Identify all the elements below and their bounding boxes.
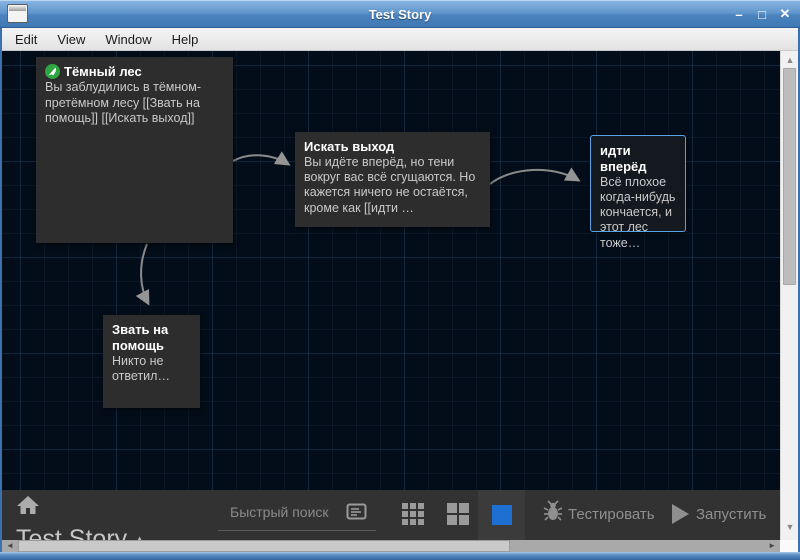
menu-edit[interactable]: Edit xyxy=(5,28,47,50)
grid-3x3-icon xyxy=(402,503,426,526)
menu-bar: Edit View Window Help xyxy=(2,28,798,51)
passage-excerpt: Никто не ответил… xyxy=(112,354,191,385)
test-button-label[interactable]: Тестировать xyxy=(568,506,655,523)
passage-excerpt: Вы заблудились в тёмном-претёмном лесу [… xyxy=(45,80,224,126)
horizontal-scrollbar-thumb[interactable] xyxy=(18,540,510,552)
grid-2x2-icon xyxy=(447,503,471,526)
passage-go-forward[interactable]: идти вперёд Всё плохое когда-нибудь конч… xyxy=(590,135,686,232)
menu-view[interactable]: View xyxy=(47,28,95,50)
window-frame-bottom xyxy=(0,552,800,560)
passage-call-help[interactable]: Звать на помощь Никто не ответил… xyxy=(103,315,200,408)
caret-up-icon: ▲ xyxy=(133,532,146,540)
passage-title: Искать выход xyxy=(304,139,481,155)
maximize-button[interactable]: □ xyxy=(755,7,769,22)
horizontal-scrollbar[interactable]: ◄ ► xyxy=(2,540,780,552)
story-map-canvas[interactable]: Тёмный лес Вы заблудились в тёмном-претё… xyxy=(2,51,780,490)
menu-help[interactable]: Help xyxy=(162,28,209,50)
scroll-up-arrow-icon[interactable]: ▲ xyxy=(781,55,799,65)
passage-title: идти вперёд xyxy=(600,143,676,175)
run-button-label[interactable]: Запустить xyxy=(696,506,766,523)
connection-arrow xyxy=(141,244,148,303)
passage-title: Звать на помощь xyxy=(112,322,191,354)
vertical-scrollbar-thumb[interactable] xyxy=(783,68,796,285)
start-rocket-icon xyxy=(45,64,60,79)
connection-arrow xyxy=(490,170,578,184)
scroll-left-arrow-icon[interactable]: ◄ xyxy=(6,540,14,552)
vertical-scrollbar[interactable]: ▲ ▼ xyxy=(780,51,798,540)
titlebar[interactable]: Test Story – □ ✕ xyxy=(0,0,800,28)
search-options-icon[interactable] xyxy=(346,503,367,525)
quick-search-input[interactable] xyxy=(218,498,338,526)
menu-window[interactable]: Window xyxy=(95,28,161,50)
story-name-label: Test Story xyxy=(16,525,127,540)
zoom-big-button[interactable] xyxy=(478,490,525,540)
story-name-menu[interactable]: Test Story ▲ xyxy=(16,525,146,540)
close-button[interactable]: ✕ xyxy=(778,6,792,22)
passage-dark-forest[interactable]: Тёмный лес Вы заблудились в тёмном-претё… xyxy=(36,57,233,243)
quick-search-field[interactable] xyxy=(218,498,376,531)
bottom-toolbar: Тестировать Запустить Test Story ▲ xyxy=(2,490,780,540)
zoom-medium-button[interactable] xyxy=(447,503,471,531)
run-button[interactable] xyxy=(672,504,689,524)
scroll-down-arrow-icon[interactable]: ▼ xyxy=(781,522,799,532)
square-icon xyxy=(492,505,512,525)
bug-icon xyxy=(543,500,563,522)
passage-excerpt: Всё плохое когда-нибудь кончается, и это… xyxy=(600,175,676,251)
app-window: Test Story – □ ✕ Edit View Window Help xyxy=(0,0,800,560)
minimize-button[interactable]: – xyxy=(732,7,746,22)
home-button[interactable] xyxy=(16,495,40,515)
passage-find-exit[interactable]: Искать выход Вы идёте вперёд, но тени во… xyxy=(295,132,490,227)
passage-title: Тёмный лес xyxy=(64,64,142,79)
connection-arrow xyxy=(233,155,288,164)
zoom-small-button[interactable] xyxy=(402,503,426,531)
scrollbar-corner xyxy=(780,540,798,552)
window-title: Test Story xyxy=(0,7,800,22)
scroll-right-arrow-icon[interactable]: ► xyxy=(768,540,776,552)
passage-excerpt: Вы идёте вперёд, но тени вокруг вас всё … xyxy=(304,155,481,216)
window-controls: – □ ✕ xyxy=(732,0,792,28)
test-button[interactable] xyxy=(543,500,563,527)
home-icon xyxy=(16,495,40,515)
